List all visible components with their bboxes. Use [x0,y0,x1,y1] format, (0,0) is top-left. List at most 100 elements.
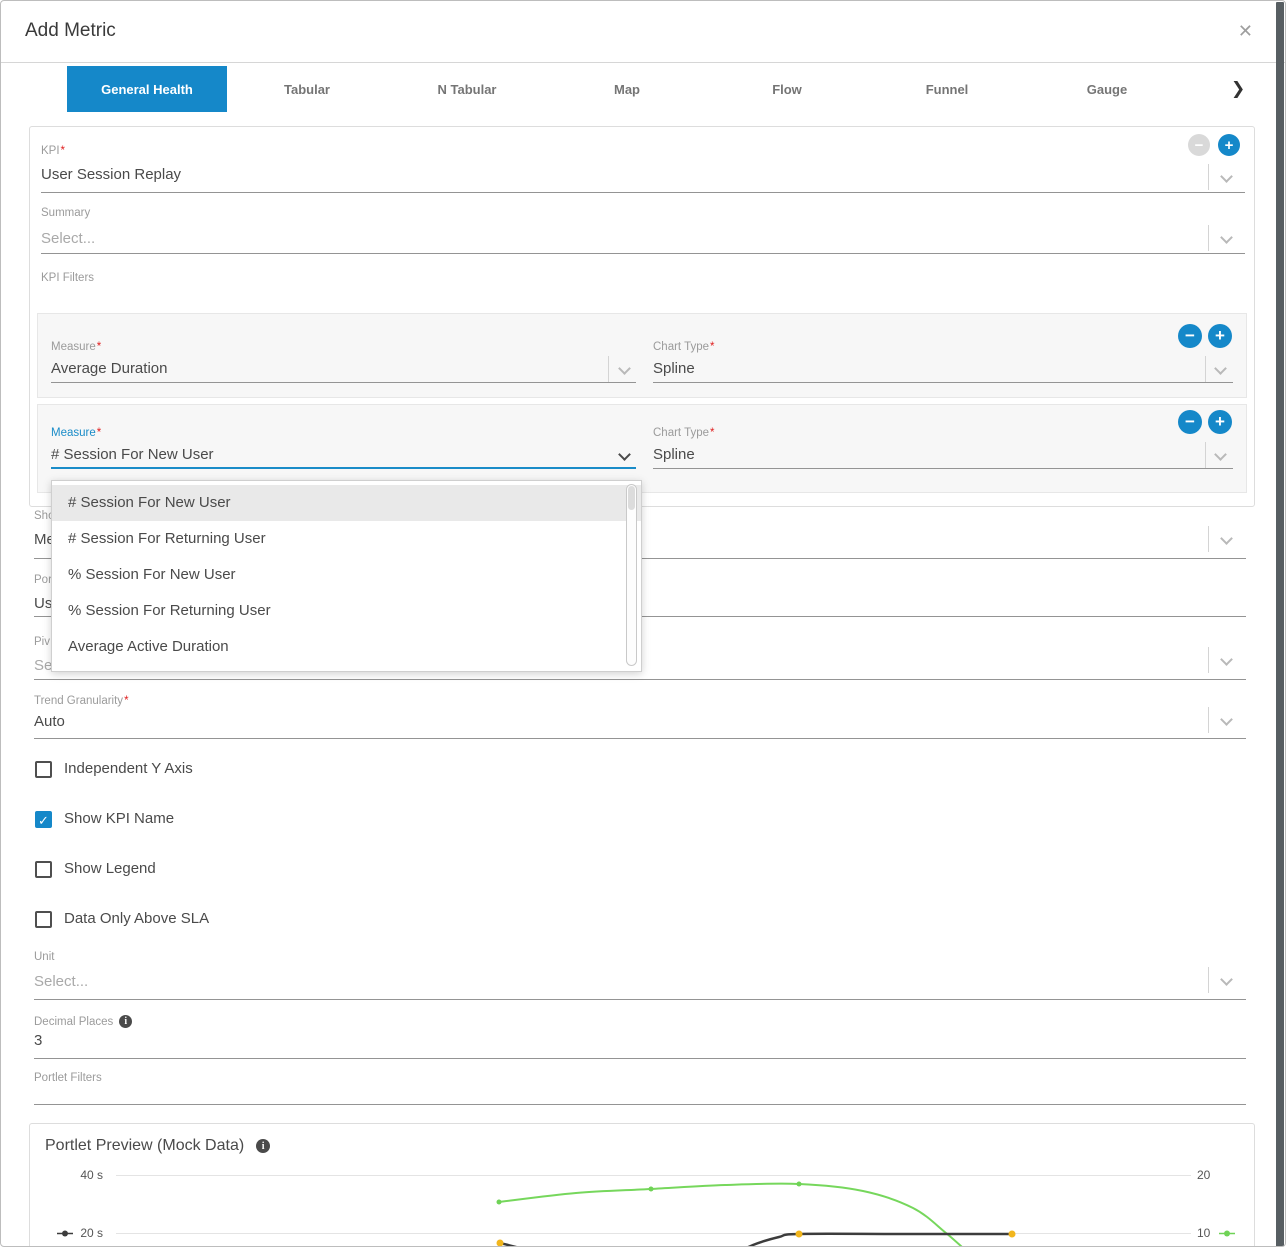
field-separator [608,356,609,382]
left-axis-tick-40s: 40 s [61,1168,103,1182]
measure-2-remove-button[interactable]: − [1178,410,1202,434]
portlet-field-value-clipped[interactable]: Us [34,595,52,612]
field-underline [653,468,1233,469]
summary-label: Summary [41,207,90,219]
right-axis-series-marker-icon [1219,1228,1235,1239]
minus-icon: − [1195,137,1204,154]
tab-n-tabular[interactable]: N Tabular [387,66,547,112]
plus-icon: + [1215,326,1225,346]
field-underline [41,253,1245,254]
field-underline [653,382,1233,383]
portlet-preview-title: Portlet Preview (Mock Data) [45,1137,244,1155]
right-axis-tick-10: 10 [1197,1226,1210,1240]
info-icon[interactable]: i [256,1139,270,1153]
field-underline [34,679,1246,680]
tab-map[interactable]: Map [547,66,707,112]
portlet-field-label-clipped: Por [34,574,52,586]
dropdown-option[interactable]: % Session For New User [52,557,641,593]
unit-label: Unit [34,951,54,963]
required-mark: * [124,695,128,707]
field-underline [41,192,1245,193]
add-metric-modal: Add Metric ✕ General Health Tabular N Ta… [0,0,1286,1247]
field-underline [34,738,1246,739]
summary-select-placeholder[interactable]: Select... [41,230,95,247]
dropdown-scrollbar-thumb[interactable] [628,486,635,510]
modal-title: Add Metric [25,20,116,42]
minus-icon: − [1185,412,1195,432]
chevron-down-icon[interactable] [1220,973,1233,986]
portlet-filters-label: Portlet Filters [34,1072,102,1084]
check-icon: ✓ [38,813,49,828]
measure-1-select-value[interactable]: Average Duration [51,360,167,377]
trend-granularity-select-value[interactable]: Auto [34,713,65,730]
pivot-field-label-clipped: Piv [34,636,50,648]
kpi-remove-button[interactable]: − [1188,134,1210,156]
chevron-down-icon[interactable] [1220,653,1233,666]
info-icon[interactable]: i [119,1015,132,1028]
required-mark: * [61,145,65,157]
tab-gauge[interactable]: Gauge [1027,66,1187,112]
left-axis-series-marker-icon [57,1228,73,1239]
field-separator [1208,647,1209,673]
chevron-down-icon[interactable] [1220,532,1233,545]
checkbox-label: Show Legend [64,860,156,877]
measure-2-label: Measure* [51,423,101,441]
checkbox-label: Independent Y Axis [64,760,193,777]
measure-1-add-button[interactable]: + [1208,324,1232,348]
plus-icon: + [1215,412,1225,432]
checkbox-show-kpi-name[interactable]: ✓ [35,811,52,828]
chart-type-1-label: Chart Type* [653,337,715,355]
chevron-down-icon[interactable] [1220,713,1233,726]
minus-icon: − [1185,326,1195,346]
measure-dropdown: # Session For New User # Session For Ret… [51,480,642,672]
required-mark: * [710,427,714,439]
portlet-preview-title-row: Portlet Preview (Mock Data) i [45,1137,270,1155]
chart-type-2-select-value[interactable]: Spline [653,446,695,463]
required-mark: * [97,427,101,439]
checkbox-data-only-above-sla[interactable] [35,911,52,928]
field-underline [51,382,636,383]
pivot-field-value-clipped[interactable]: Se [34,657,52,674]
tab-scroll-right-icon[interactable]: ❯ [1231,79,1245,99]
measure-2-add-button[interactable]: + [1208,410,1232,434]
plus-icon: + [1225,137,1234,154]
measure-2-select-value[interactable]: # Session For New User [51,446,214,463]
unit-select-placeholder[interactable]: Select... [34,973,88,990]
chart-type-2-label: Chart Type* [653,423,715,441]
dropdown-option[interactable]: # Session For New User [52,485,641,521]
right-axis-tick-20: 20 [1197,1168,1210,1182]
field-separator [1205,442,1206,468]
tab-bar: General Health Tabular N Tabular Map Flo… [67,63,1187,115]
tab-flow[interactable]: Flow [707,66,867,112]
window-scrollbar[interactable] [1276,2,1284,1247]
tab-tabular[interactable]: Tabular [227,66,387,112]
measure-1-remove-button[interactable]: − [1178,324,1202,348]
checkbox-show-legend[interactable] [35,861,52,878]
field-underline [34,1104,1246,1105]
decimal-places-input[interactable]: 3 [34,1032,42,1049]
gridline [116,1233,1191,1234]
gridline [116,1175,1191,1176]
close-icon[interactable]: ✕ [1238,21,1253,42]
kpi-select-value[interactable]: User Session Replay [41,166,181,183]
dropdown-option[interactable]: % Session For Returning User [52,593,641,629]
field-separator [1208,225,1209,251]
dropdown-option[interactable]: # Session For Returning User [52,521,641,557]
tab-funnel[interactable]: Funnel [867,66,1027,112]
chart-type-1-select-value[interactable]: Spline [653,360,695,377]
modal-header: Add Metric ✕ [1,1,1285,63]
dropdown-scrollbar[interactable] [626,484,637,666]
required-mark: * [97,341,101,353]
checkbox-independent-y-axis[interactable] [35,761,52,778]
field-separator [1208,967,1209,993]
kpi-add-button[interactable]: + [1218,134,1240,156]
field-separator [1208,164,1209,190]
dropdown-option[interactable]: Average Active Duration [52,629,641,665]
kpi-label: KPI* [41,141,65,159]
tab-general-health[interactable]: General Health [67,66,227,112]
checkbox-label: Show KPI Name [64,810,174,827]
field-underline [34,1058,1246,1059]
field-separator [1205,356,1206,382]
decimal-places-label: Decimal Places [34,1016,113,1028]
checkbox-label: Data Only Above SLA [64,910,209,927]
